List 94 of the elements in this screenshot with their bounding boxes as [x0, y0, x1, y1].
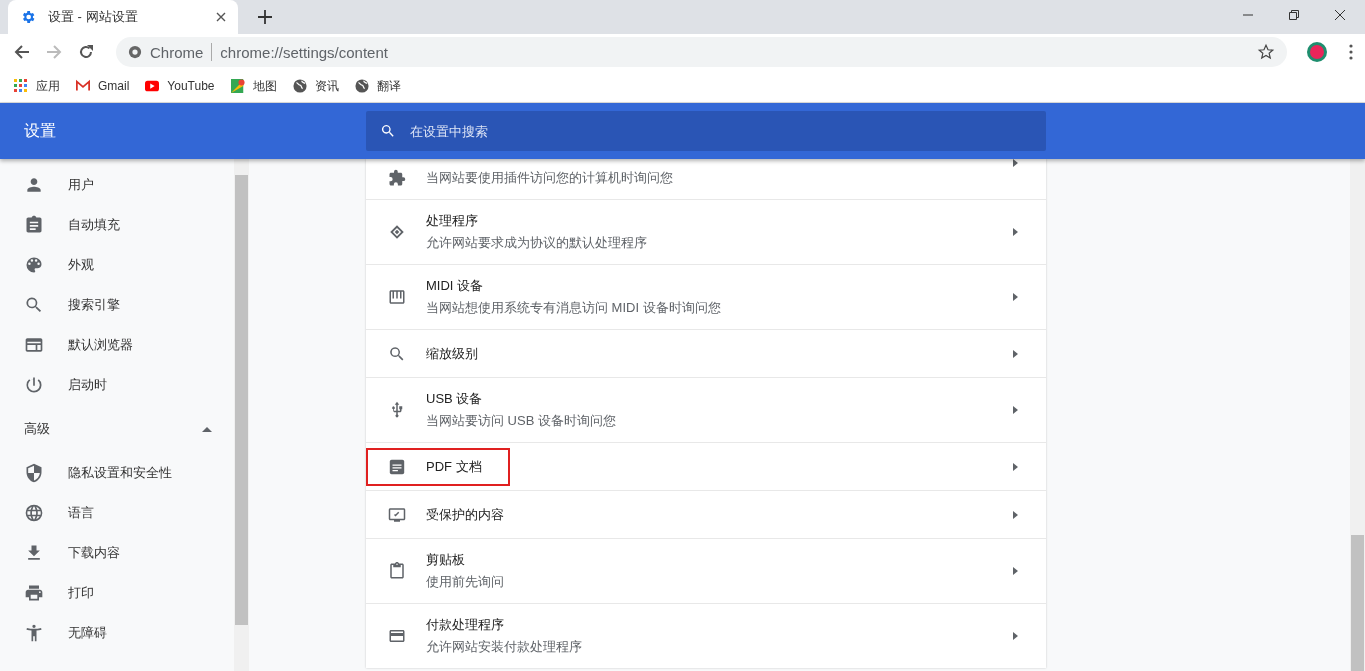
settings-row[interactable]: 当网站要使用插件访问您的计算机时询问您 — [366, 159, 1046, 199]
row-title: 缩放级别 — [426, 344, 478, 363]
chevron-right-icon — [1013, 510, 1018, 519]
settings-row[interactable]: PDF 文档 — [366, 442, 1046, 490]
row-title: PDF 文档 — [426, 457, 482, 476]
settings-row[interactable]: 缩放级别 — [366, 329, 1046, 377]
bookmark[interactable]: 资讯 — [292, 77, 339, 95]
chevron-right-icon — [1013, 462, 1018, 471]
row-description: 允许网站要求成为协议的默认处理程序 — [426, 234, 647, 252]
bookmark[interactable]: 翻译 — [354, 77, 401, 95]
document-icon — [388, 457, 406, 476]
scrollbar-thumb[interactable] — [235, 175, 248, 625]
sidebar-item[interactable]: 搜索引擎 — [0, 285, 234, 325]
restore-icon[interactable] — [1289, 10, 1299, 20]
menu-item-icon — [24, 375, 44, 395]
settings-row[interactable]: USB 设备 当网站要访问 USB 设备时询问您 — [366, 377, 1046, 442]
chevron-right-icon — [1013, 159, 1018, 167]
address-bar[interactable]: Chrome chrome://settings/content — [116, 37, 1287, 67]
map-pin-icon — [230, 79, 245, 93]
plus-icon[interactable] — [258, 10, 272, 24]
row-title: 付款处理程序 — [426, 616, 505, 634]
row-description: 当网站要使用插件访问您的计算机时询问您 — [426, 169, 673, 187]
close-icon[interactable] — [1335, 10, 1345, 20]
page-title: 设置 — [23, 120, 57, 141]
avatar-icon[interactable] — [1307, 42, 1327, 62]
menu-item-icon — [24, 503, 44, 523]
more-icon[interactable] — [1349, 44, 1353, 60]
sidebar-item[interactable]: 打印 — [0, 573, 234, 613]
bookmark[interactable]: YouTube — [145, 79, 215, 93]
settings-row[interactable]: 付款处理程序 允许网站安装付款处理程序 — [366, 603, 1046, 668]
setting-icon — [388, 344, 406, 363]
sidebar-item[interactable]: 自动填充 — [0, 205, 234, 245]
bookmark[interactable]: 地图 — [230, 77, 277, 95]
site-label: Chrome — [150, 43, 204, 61]
chevron-right-icon — [1013, 293, 1018, 301]
gear-icon — [20, 9, 36, 25]
setting-icon — [388, 627, 406, 645]
row-title: 受保护的内容 — [426, 505, 504, 524]
scrollbar-thumb[interactable] — [1351, 535, 1364, 671]
chevron-right-icon — [1013, 228, 1018, 236]
settings-row[interactable]: 受保护的内容 — [366, 490, 1046, 538]
row-description: 当网站想使用系统专有消息访问 MIDI 设备时询问您 — [426, 299, 721, 317]
menu-item-icon — [24, 583, 44, 603]
menu-item-icon — [24, 295, 44, 315]
row-title: USB 设备 — [426, 390, 484, 408]
chrome-logo-icon — [128, 45, 142, 59]
sidebar-item[interactable]: 用户 — [0, 165, 234, 205]
setting-icon — [388, 223, 406, 241]
globe-icon — [354, 79, 369, 93]
sidebar-item[interactable]: 无障碍 — [0, 613, 234, 653]
close-icon[interactable] — [216, 12, 226, 22]
settings-row[interactable]: 剪贴板 使用前先询问 — [366, 538, 1046, 603]
setting-icon — [388, 169, 406, 187]
menu-item-icon — [24, 623, 44, 643]
row-description: 允许网站安装付款处理程序 — [426, 638, 582, 656]
menu-item-icon — [24, 215, 44, 235]
caret-icon — [202, 426, 212, 432]
row-description: 使用前先询问 — [426, 573, 504, 591]
apps-grid-icon — [14, 79, 28, 93]
sidebar-item[interactable]: 外观 — [0, 245, 234, 285]
bookmark[interactable]: 应用 — [14, 77, 60, 95]
search-field[interactable]: 在设置中搜索 — [366, 111, 1046, 151]
setting-icon — [388, 562, 406, 580]
mail-icon — [76, 79, 90, 93]
back-arrow-icon[interactable] — [14, 44, 30, 60]
chevron-right-icon — [1013, 632, 1018, 640]
menu-item-icon — [24, 335, 44, 355]
sidebar-item[interactable]: 下载内容 — [0, 533, 234, 573]
settings-row[interactable]: 处理程序 允许网站要求成为协议的默认处理程序 — [366, 199, 1046, 264]
chevron-right-icon — [1013, 406, 1018, 414]
reload-icon[interactable] — [78, 44, 94, 60]
settings-row[interactable]: MIDI 设备 当网站想使用系统专有消息访问 MIDI 设备时询问您 — [366, 264, 1046, 329]
sidebar-item[interactable]: 启动时 — [0, 365, 234, 405]
advanced-section-toggle[interactable]: 高级 — [0, 405, 234, 453]
row-title: MIDI 设备 — [426, 277, 485, 295]
row-description: 当网站要访问 USB 设备时询问您 — [426, 412, 616, 430]
sidebar-item[interactable]: 语言 — [0, 493, 234, 533]
menu-item-icon — [24, 463, 44, 483]
setting-icon — [388, 505, 406, 524]
chevron-right-icon — [1013, 567, 1018, 575]
star-icon[interactable] — [1257, 43, 1275, 61]
row-title: 处理程序 — [426, 212, 479, 230]
sidebar-item[interactable]: 默认浏览器 — [0, 325, 234, 365]
url-text: chrome://settings/content — [220, 43, 389, 61]
tab-title: 设置 - 网站设置 — [48, 8, 139, 26]
sidebar-item[interactable]: 隐私设置和安全性 — [0, 453, 234, 493]
chevron-right-icon — [1013, 349, 1018, 358]
bookmark[interactable]: Gmail — [76, 79, 130, 93]
row-title: 剪贴板 — [426, 551, 466, 569]
setting-icon — [388, 288, 406, 306]
menu-item-icon — [24, 255, 44, 275]
play-icon — [145, 79, 160, 93]
globe-icon — [292, 79, 307, 93]
browser-tab[interactable]: 设置 - 网站设置 — [8, 0, 238, 34]
